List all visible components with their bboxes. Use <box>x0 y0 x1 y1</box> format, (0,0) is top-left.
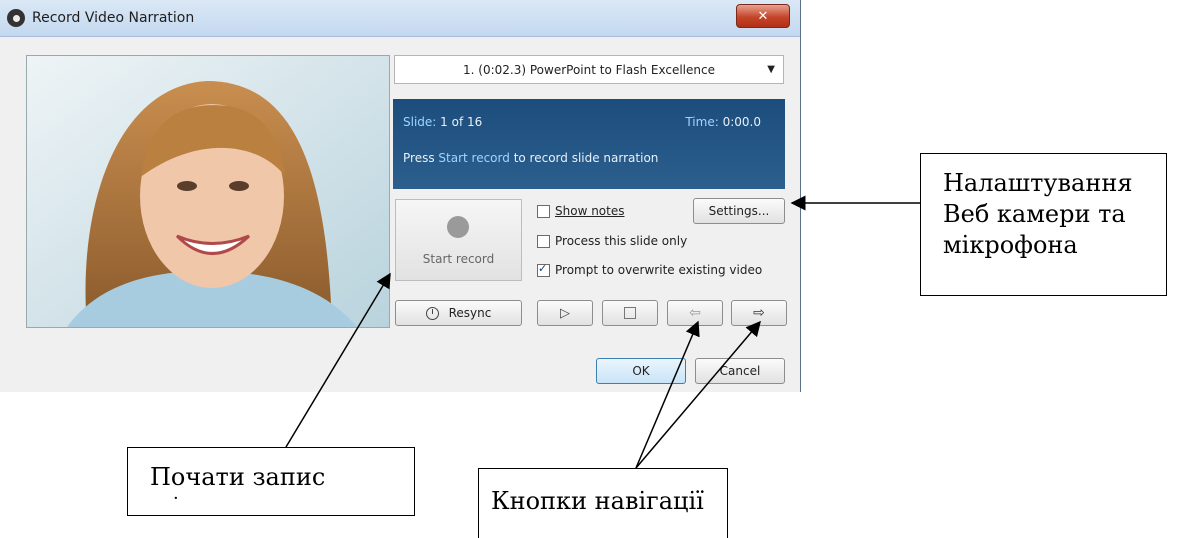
next-nav-arrow <box>635 320 761 469</box>
record-callout-text: Почати запис <box>150 463 326 491</box>
navigation-callout: Кнопки навігації <box>478 468 728 538</box>
settings-callout: Налаштування Веб камери та мікрофона <box>920 153 1167 296</box>
settings-callout-line3: мікрофона <box>943 231 1078 259</box>
record-callout: Почати запис · <box>127 447 415 516</box>
settings-callout-line2: Веб камери та <box>943 200 1126 228</box>
prev-nav-arrow <box>635 320 700 469</box>
navigation-callout-text: Кнопки навігації <box>491 487 704 515</box>
settings-callout-line1: Налаштування <box>943 169 1133 197</box>
record-arrow <box>285 272 391 448</box>
record-callout-dot: · <box>173 488 179 509</box>
